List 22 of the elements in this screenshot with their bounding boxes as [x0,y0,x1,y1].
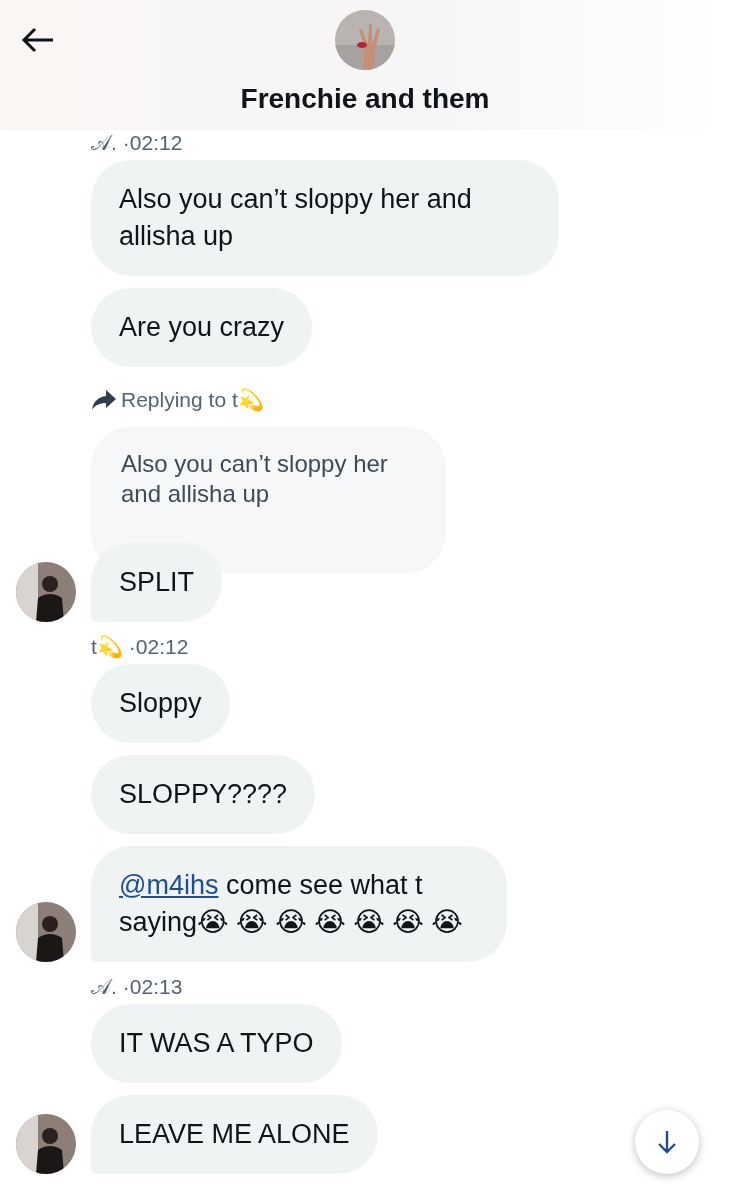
message-bubble: SPLIT [91,543,223,622]
message-bubble: Also you can’t sloppy her and allisha up [91,160,559,276]
message-bubble: LEAVE ME ALONE [91,1095,378,1174]
sender-name: 𝒜. [91,975,117,999]
message-bubble: Sloppy [91,664,230,743]
mention-link[interactable]: @m4ihs [119,870,219,900]
message-time: ·02:12 [122,131,183,155]
message-bubble: Are you crazy [91,288,313,367]
reply-arrow-icon [91,389,117,411]
sender-name: t💫 [91,635,123,659]
down-arrow-icon [657,1130,677,1154]
replying-label: Replying to t💫 [121,388,264,412]
message-bubble: @m4ihs come see what t saying😭 😭 😭 😭 😭 😭 😭 [91,846,507,962]
message-bubble: SLOPPY???? [91,755,316,834]
message-bubble: IT WAS A TYPO [91,1004,342,1083]
back-arrow-icon[interactable] [21,27,55,53]
quoted-message: Also you can’t sloppy her and allisha up [91,427,446,573]
conversation-title: Frenchie and them [240,83,490,115]
sender-name: 𝒜. [91,131,117,155]
message-time: ·02:13 [122,975,183,999]
message-time: ·02:12 [128,635,189,659]
scroll-down-button[interactable] [635,1110,699,1174]
